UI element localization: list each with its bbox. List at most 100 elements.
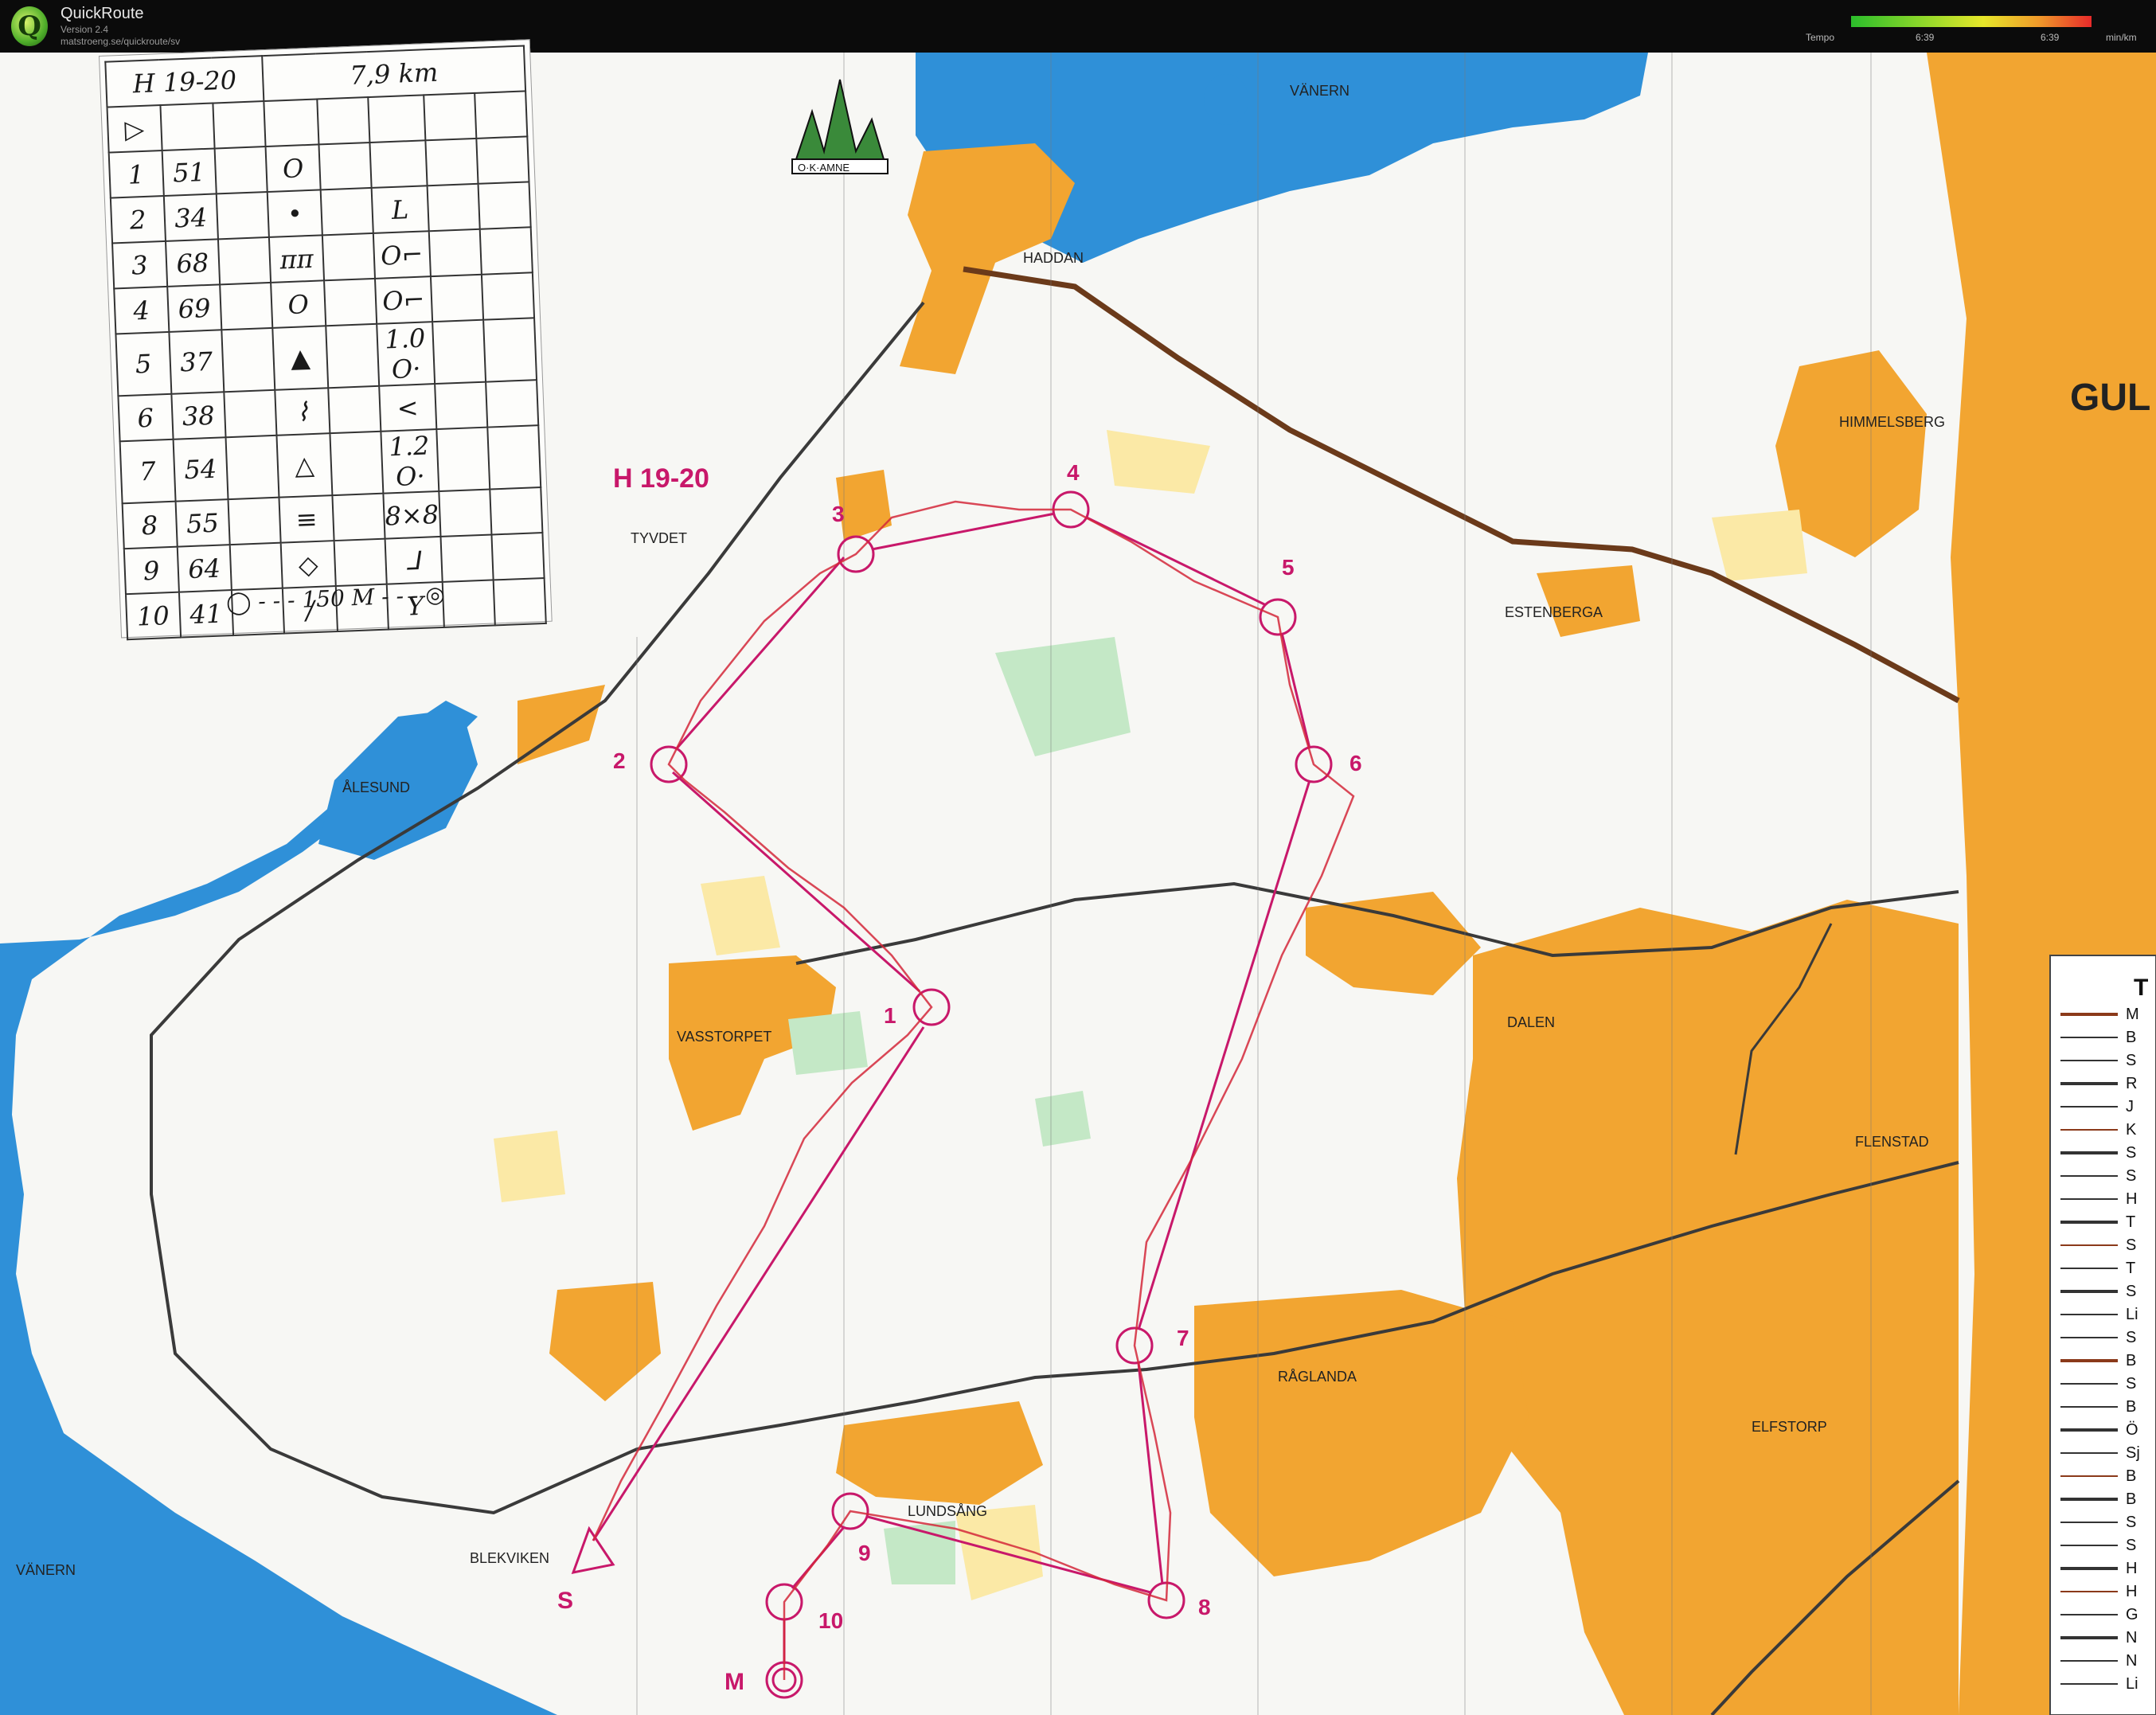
legend-label: S [2126,1514,2136,1531]
cc-code: 51 [162,148,217,197]
cc-blank [229,542,283,591]
place-haddan: HADDAN [1023,250,1084,266]
cc-symbol: ⌇ [275,388,330,436]
place-blekviken: BLEKVIKEN [470,1550,549,1566]
cc-code: 37 [168,330,225,394]
cc-blank [428,229,482,277]
cc-blank [320,187,373,236]
course-class-label: H 19-20 [613,463,709,494]
club-logo-text: O·K·AMNE [798,162,850,174]
tempo-tick-low: 6:39 [1916,32,1935,43]
cc-blank [326,323,380,389]
place-vanern-sw: VÄNERN [16,1562,76,1578]
tempo-label: Tempo [1806,32,1835,43]
place-flenstad: FLENSTAD [1855,1134,1929,1150]
forest-green-2 [788,1011,868,1075]
legend-label: M [2126,1006,2139,1023]
legend-label: Li [2126,1306,2138,1323]
legend-label: Li [2126,1675,2138,1693]
control-label-5: 5 [1282,555,1295,580]
cc-blank [432,319,486,385]
cc-code: 69 [166,284,222,332]
place-elfstorp: ELFSTORP [1752,1419,1827,1435]
legend-panel [2049,955,2156,1715]
legend-label: H [2126,1190,2137,1208]
cc-blank [490,487,543,535]
app-title: QuickRoute [61,5,144,22]
cc-extra: O⌐ [373,231,431,279]
cc-number: 2 [110,196,166,244]
cc-code: 38 [170,392,226,439]
control-label-6: 6 [1349,751,1362,775]
cc-extra [369,140,428,188]
legend-label: T [2126,1213,2135,1231]
cc-blank [482,318,537,382]
legend-label: H [2126,1583,2137,1600]
legend-label: S [2126,1329,2136,1346]
cc-symbol: ᴨᴨ [269,235,324,283]
quickroute-logo-icon: Q [11,6,48,46]
cc-code: 64 [177,545,232,592]
cc-number: 7 [119,439,176,504]
legend-label: B [2126,1398,2136,1416]
cc-blank [225,435,279,500]
cc-blank [481,272,535,320]
cc-blank [220,282,273,330]
tempo-unit: min/km [2106,32,2137,43]
cc-number: 5 [115,331,171,397]
cc-number: 4 [114,286,169,334]
forest-green-4 [1035,1091,1091,1147]
legend-label: S [2126,1167,2136,1185]
legend-label: N [2126,1629,2137,1647]
cc-blank [424,138,478,186]
cc-blank [318,143,372,190]
rough-open-3 [1712,510,1807,581]
tempo-color-scale[interactable] [1851,16,2092,27]
control-label-4: 4 [1067,460,1080,485]
place-vanern-north: VÄNERN [1290,83,1349,99]
control-label-1: 1 [884,1003,896,1028]
place-lundsang: LUNDSÅNG [908,1503,987,1519]
legend-label: T [2126,1260,2135,1277]
cc-symbol: ◇ [280,541,336,588]
cc-extra: O⌐ [375,276,432,324]
place-alesund: ÅLESUND [342,779,410,795]
cc-symbol: O [271,280,326,328]
app-version: Version 2.4 [61,24,109,35]
legend-label: B [2126,1490,2136,1508]
control-description-table: H 19-20 7,9 km ▷ 1 51 O 2 34 • L 3 68 ᴨᴨ O⌐ 4 69 O O⌐ 5… [104,45,547,640]
cc-blank [334,538,387,587]
cc-code: 55 [175,499,230,547]
cc-blank [330,431,384,496]
legend-label: S [2126,1144,2136,1162]
legend-label: S [2126,1375,2136,1393]
legend-label: R [2126,1075,2137,1092]
cc-blank [485,380,539,428]
cc-extra: ⅃ [385,536,443,584]
island-vanern [1204,74,1248,125]
app-url[interactable]: matstroeng.se/quickroute/sv [61,36,180,47]
cc-blank [427,183,480,232]
cc-blank [479,227,533,275]
cc-blank [430,274,483,322]
cc-blank [440,534,494,582]
cc-blank [218,236,271,285]
cc-blank [224,389,277,438]
cc-code: 54 [173,437,228,502]
control-label-9: 9 [858,1541,871,1565]
start-label: S [557,1588,573,1614]
place-estenberga: ESTENBERGA [1505,604,1603,620]
legend-label: J [2126,1098,2134,1115]
cc-extra: L [371,186,429,233]
cc-symbol: • [267,189,322,237]
finish-label: M [725,1669,744,1695]
legend-label: S [2126,1052,2136,1069]
cc-symbol: ▲ [272,326,329,390]
legend-label: K [2126,1121,2137,1139]
cc-finish-distance: 150 M [301,584,375,613]
control-description-card: H 19-20 7,9 km ▷ 1 51 O 2 34 • L 3 68 ᴨᴨ O⌐ 4 69 O O⌐ 5… [99,39,553,640]
control-label-3: 3 [832,502,845,526]
cc-blank [216,191,270,240]
cc-extra: 1.0 O· [377,322,435,386]
cc-blank [221,327,275,393]
